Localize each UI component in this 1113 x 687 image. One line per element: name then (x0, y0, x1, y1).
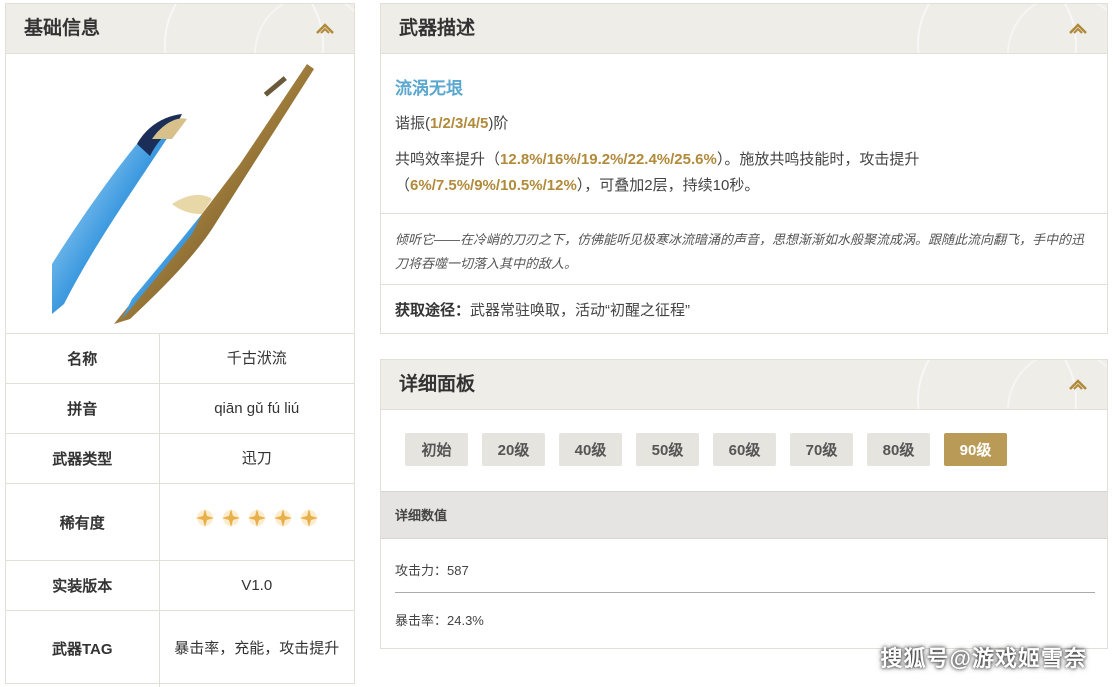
resonance-levels: 1/2/3/4/5 (430, 115, 489, 132)
acquire-label: 获取途径： (395, 302, 471, 319)
level-tab-20[interactable]: 20级 (482, 433, 545, 466)
effect-line-1: 共鸣效率提升（12.8%/16%/19.2%/22.4%/25.6%）。施放共鸣… (395, 147, 919, 173)
effect-values: 12.8%/16%/19.2%/22.4%/25.6% (500, 151, 717, 168)
level-tab-80[interactable]: 80级 (867, 433, 930, 466)
info-row-rarity: 稀有度 (6, 483, 354, 561)
info-row-weapon-type: 武器类型 迅刀 (6, 433, 354, 484)
watermark: 搜狐号@游戏姬雪奈 (880, 646, 1087, 671)
effect-text: 共鸣效率提升（ (395, 151, 501, 168)
info-key: 实装版本 (6, 560, 160, 611)
level-tab-60[interactable]: 60级 (713, 433, 776, 466)
basic-info-table: 名称 千古洑流 拼音 qiān gǔ fú liú 武器类型 迅刀 稀有度 实装… (6, 333, 354, 687)
info-value: 暴击率，充能，攻击提升 (159, 610, 354, 687)
resonance-prefix: 谐振( (395, 115, 430, 132)
star-icon (195, 508, 214, 527)
level-tab-90[interactable]: 90级 (944, 433, 1007, 466)
divider (381, 284, 1107, 285)
basic-info-header[interactable]: 基础信息 (6, 4, 354, 54)
flavor-text: 倾听它——在冷峭的刀刃之下，仿佛能听见极寒冰流暗涌的声音，思想渐渐如水般聚流成涡… (395, 232, 1085, 271)
chevron-up-icon[interactable] (316, 22, 334, 36)
weapon-image (52, 64, 314, 324)
resonance-suffix: )阶 (488, 115, 509, 132)
divider (381, 213, 1107, 214)
info-row-name: 名称 千古洑流 (6, 333, 354, 384)
basic-info-title: 基础信息 (24, 18, 101, 39)
info-value: 迅刀 (159, 433, 354, 484)
info-key: 武器TAG (6, 610, 160, 687)
effect-text: ）。施放共鸣技能时，攻击提升 (716, 151, 920, 168)
detail-values-header: 详细数值 (381, 491, 1107, 539)
chevron-up-icon[interactable] (1069, 22, 1087, 36)
weapon-description-header[interactable]: 武器描述 (381, 4, 1107, 54)
detail-panel-title: 详细面板 (399, 374, 476, 395)
star-icon (247, 508, 266, 527)
effect-line-2: （6%/7.5%/9%/10.5%/12%），可叠加2层，持续10秒。 (395, 173, 759, 199)
level-tab-40[interactable]: 40级 (559, 433, 622, 466)
info-key: 稀有度 (6, 483, 160, 561)
star-icon (273, 508, 292, 527)
stat-attack: 攻击力：587 (395, 563, 469, 578)
info-value: 千古洑流 (159, 333, 354, 384)
chevron-up-icon[interactable] (1069, 378, 1087, 392)
info-row-tag: 武器TAG 暴击率，充能，攻击提升 (6, 610, 354, 687)
acquire-line: 获取途径：武器常驻唤取，活动“初醒之征程” (395, 299, 690, 320)
level-tabs: 初始 20级 40级 50级 60级 70级 80级 90级 (405, 433, 1007, 466)
weapon-description-panel: 武器描述 流涡无垠 谐振(1/2/3/4/5)阶 共鸣效率提升（12.8%/16… (380, 3, 1108, 334)
effect-values: 6%/7.5%/9%/10.5%/12% (410, 177, 577, 194)
info-row-version: 实装版本 V1.0 (6, 560, 354, 611)
effect-text: （ (395, 177, 411, 194)
info-value: V1.0 (159, 560, 354, 611)
level-tab-initial[interactable]: 初始 (405, 433, 468, 466)
info-value: qiān gǔ fú liú (159, 383, 354, 434)
detail-panel: 详细面板 初始 20级 40级 50级 60级 70级 80级 90级 详细数值… (380, 359, 1108, 649)
star-icon (299, 508, 318, 527)
weapon-description-title: 武器描述 (399, 18, 476, 39)
skill-name: 流涡无垠 (395, 79, 463, 98)
resonance-line: 谐振(1/2/3/4/5)阶 (395, 111, 508, 137)
info-row-pinyin: 拼音 qiān gǔ fú liú (6, 383, 354, 434)
info-key: 名称 (6, 333, 160, 384)
rarity-stars (159, 483, 354, 561)
info-key: 拼音 (6, 383, 160, 434)
stat-crit: 暴击率：24.3% (395, 613, 484, 628)
effect-text: ），可叠加2层，持续10秒。 (576, 177, 760, 194)
detail-panel-header[interactable]: 详细面板 (381, 360, 1107, 410)
basic-info-panel: 基础信息 名称 千古洑流 拼音 qiān gǔ fú liú 武器类型 迅刀 稀… (5, 3, 355, 687)
level-tab-50[interactable]: 50级 (636, 433, 699, 466)
divider (395, 592, 1095, 593)
acquire-value: 武器常驻唤取，活动“初醒之征程” (470, 302, 691, 319)
star-icon (221, 508, 240, 527)
info-key: 武器类型 (6, 433, 160, 484)
level-tab-70[interactable]: 70级 (790, 433, 853, 466)
